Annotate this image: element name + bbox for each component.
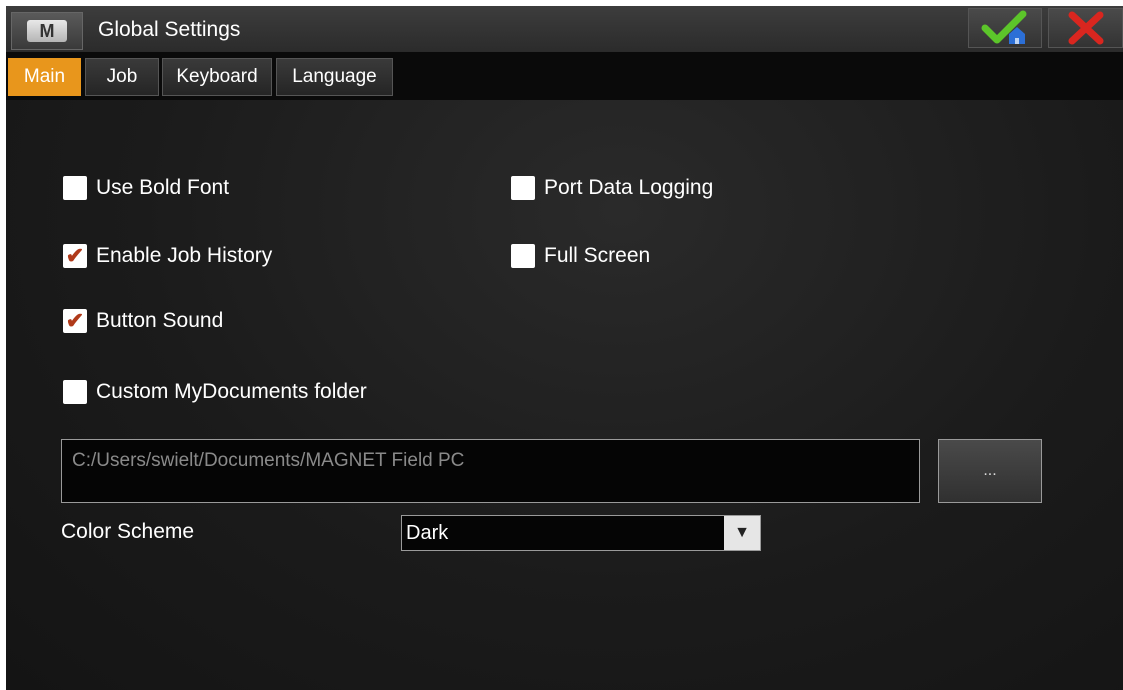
port-data-logging-checkbox[interactable] (511, 176, 535, 200)
full-screen-checkbox[interactable] (511, 244, 535, 268)
close-button[interactable] (1048, 8, 1123, 48)
checkmark-icon: ✔ (65, 308, 85, 333)
button-sound-option[interactable]: ✔ Button Sound (63, 309, 223, 333)
use-bold-font-label: Use Bold Font (96, 176, 230, 199)
enable-job-history-label: Enable Job History (96, 244, 273, 267)
close-x-icon (1068, 11, 1103, 45)
color-scheme-label: Color Scheme (61, 520, 195, 543)
window-title: Global Settings (98, 18, 241, 41)
main-menu-button[interactable]: M (11, 12, 83, 50)
tab-bar: Main Job Keyboard Language (6, 52, 1123, 100)
app-window: M Global Settings Main Job Keyboard Lang… (6, 6, 1123, 690)
full-screen-label: Full Screen (544, 244, 651, 267)
check-home-icon (981, 10, 1027, 44)
enable-job-history-checkbox[interactable]: ✔ (63, 244, 87, 268)
tab-main[interactable]: Main (8, 58, 81, 96)
custom-mydocuments-checkbox[interactable] (63, 380, 87, 404)
confirm-button[interactable] (968, 8, 1042, 48)
use-bold-font-checkbox[interactable] (63, 176, 87, 200)
custom-mydocuments-label: Custom MyDocuments folder (96, 380, 367, 403)
checkmark-icon: ✔ (65, 243, 85, 268)
port-data-logging-option[interactable]: Port Data Logging (511, 176, 713, 200)
color-scheme-value: Dark (406, 521, 449, 544)
tab-job[interactable]: Job (85, 58, 159, 96)
tab-keyboard[interactable]: Keyboard (162, 58, 272, 96)
mydocuments-path-field[interactable]: C:/Users/swielt/Documents/MAGNET Field P… (61, 439, 920, 503)
button-sound-label: Button Sound (96, 309, 224, 332)
color-scheme-dropdown[interactable]: Dark ▼ (401, 515, 761, 551)
tab-language[interactable]: Language (276, 58, 393, 96)
port-data-logging-label: Port Data Logging (544, 176, 714, 199)
magnet-logo-icon: M (27, 20, 67, 42)
enable-job-history-option[interactable]: ✔ Enable Job History (63, 244, 272, 268)
custom-mydocuments-option[interactable]: Custom MyDocuments folder (63, 380, 367, 404)
title-bar: M Global Settings (6, 6, 1123, 52)
chevron-down-icon[interactable]: ▼ (724, 516, 760, 550)
button-sound-checkbox[interactable]: ✔ (63, 309, 87, 333)
full-screen-option[interactable]: Full Screen (511, 244, 650, 268)
use-bold-font-option[interactable]: Use Bold Font (63, 176, 229, 200)
browse-folder-button[interactable]: ... (938, 439, 1042, 503)
